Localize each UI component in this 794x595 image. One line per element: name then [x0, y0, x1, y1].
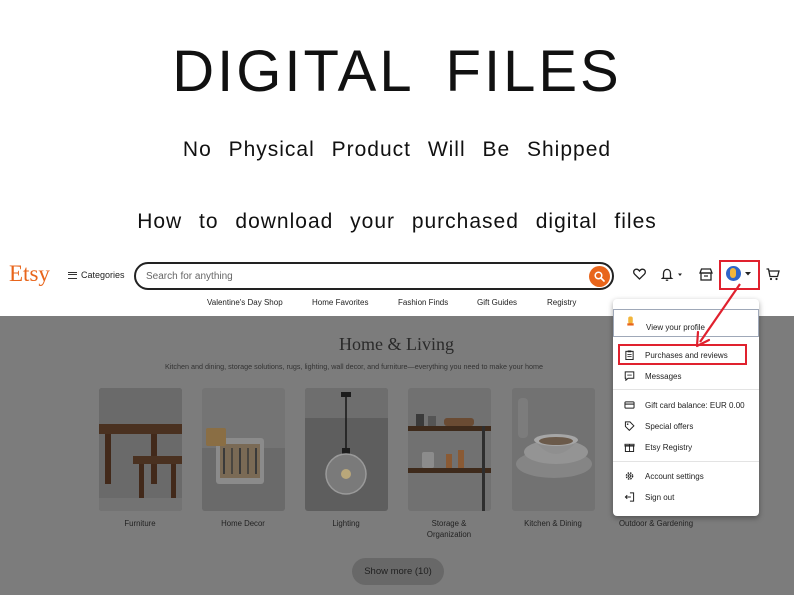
annotation-arrow-icon [695, 283, 741, 348]
